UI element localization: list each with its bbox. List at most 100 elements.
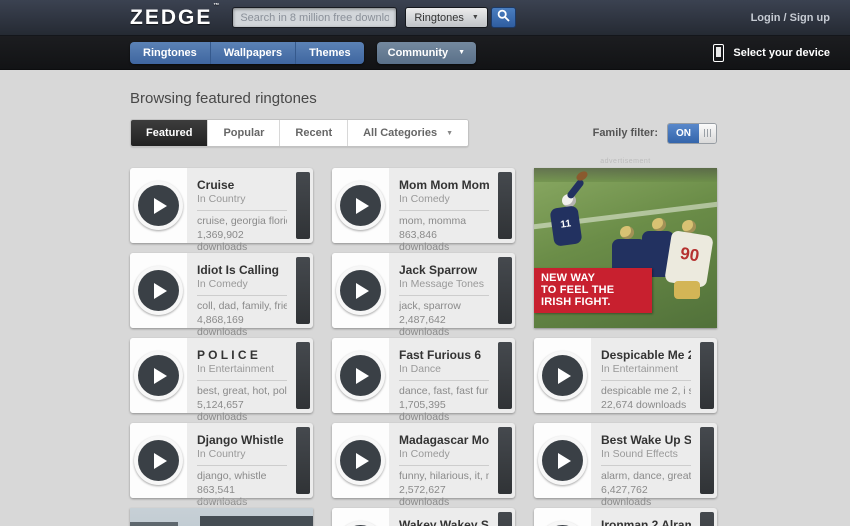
ringtone-downloads: 6,427,762 downloads: [601, 484, 652, 508]
play-area: [130, 338, 187, 413]
card-edge: [296, 257, 310, 324]
search-button[interactable]: [490, 7, 516, 28]
play-button[interactable]: [336, 436, 385, 485]
ringtone-category: In Message Tones: [399, 278, 485, 290]
chevron-down-icon: ▼: [471, 14, 479, 21]
play-button[interactable]: [134, 181, 183, 230]
family-filter: Family filter: ON: [593, 122, 717, 144]
chevron-down-icon: ▼: [446, 129, 454, 137]
tab-group: Featured Popular Recent All Categories ▼: [130, 119, 470, 147]
ringtone-downloads: 22,674 downloads: [601, 399, 687, 411]
search-input[interactable]: [232, 7, 398, 28]
play-button[interactable]: [336, 266, 385, 315]
ad-text-banner: NEW WAY TO FEEL THE IRISH FIGHT.: [534, 268, 652, 314]
zedge-logo[interactable]: ZEDGE™: [130, 2, 220, 30]
play-button[interactable]: [134, 266, 183, 315]
ringtone-category: In Entertainment: [197, 363, 275, 375]
play-icon: [356, 282, 369, 299]
ringtone-downloads: 2,572,627 downloads: [399, 484, 450, 508]
ringtone-card: Mom Mom Mom Mom In Comedy mom, momma 863…: [332, 168, 515, 253]
card-edge: [296, 342, 310, 409]
play-area: [332, 508, 389, 526]
category-dropdown[interactable]: All Categories ▼: [348, 120, 469, 146]
ringtone-title[interactable]: Jack Sparrow: [399, 263, 489, 277]
ringtone-title[interactable]: Django Whistle: [197, 433, 287, 447]
play-area: [534, 423, 591, 498]
ringtone-tags: alarm, dance, great, tone: [601, 470, 691, 482]
play-icon: [154, 282, 167, 299]
ringtone-title[interactable]: Best Wake Up Sound: [601, 433, 691, 447]
ringtone-card: Best Wake Up Sound In Sound Effects alar…: [534, 423, 717, 508]
play-button[interactable]: [538, 521, 587, 526]
nav-community-dropdown[interactable]: Community ▼: [376, 41, 477, 64]
ringtone-title[interactable]: Ironman 2 Alram: [601, 518, 691, 526]
ringtone-title[interactable]: Idiot Is Calling: [197, 263, 287, 277]
ringtone-title[interactable]: Madagascar Move It: [399, 433, 489, 447]
nav-ringtones[interactable]: Ringtones: [130, 41, 211, 64]
card-edge: [700, 512, 714, 526]
play-button[interactable]: [538, 436, 587, 485]
ringtone-tags: coll, dad, family, friend, fun, id...: [197, 300, 287, 312]
toggle-on-state: ON: [668, 123, 699, 143]
ringtone-category: In Comedy: [399, 193, 450, 205]
login-signup-link[interactable]: Login / Sign up: [751, 12, 830, 24]
ringtone-title[interactable]: Despicable Me 2: [601, 348, 691, 362]
play-area: [332, 168, 389, 243]
ringtone-title[interactable]: Fast Furious 6: [399, 348, 489, 362]
divider: [197, 380, 287, 381]
ad-banner-image[interactable]: 11 90 NEW WAY TO FEEL THE IRISH FIGHT.: [534, 168, 717, 328]
select-device-button[interactable]: Select your device: [713, 43, 830, 62]
ad-photo-image[interactable]: [130, 508, 313, 526]
card-edge: [700, 342, 714, 409]
ringtone-downloads: 1,705,395 downloads: [399, 399, 450, 423]
ringtone-card: Django Whistle In Country django, whistl…: [130, 423, 313, 508]
card-edge: [296, 172, 310, 239]
ringtone-downloads: 863,846 downloads: [399, 229, 450, 253]
ringtone-tags: despicable me 2, i swear, mi...: [601, 385, 691, 397]
play-button[interactable]: [134, 351, 183, 400]
family-filter-toggle[interactable]: ON: [667, 122, 717, 144]
divider: [399, 380, 489, 381]
play-area: [130, 168, 187, 243]
ringtone-title[interactable]: Mom Mom Mom Mom: [399, 178, 489, 192]
tab-recent[interactable]: Recent: [280, 120, 349, 146]
ringtone-title[interactable]: Wakey Wakey Sound: [399, 518, 489, 526]
divider: [601, 465, 691, 466]
ringtone-category: In Country: [197, 193, 246, 205]
advertisement-label: advertisement: [600, 158, 651, 165]
trademark-symbol: ™: [213, 2, 220, 9]
play-button[interactable]: [336, 181, 385, 230]
play-icon: [356, 452, 369, 469]
card-edge: [296, 427, 310, 494]
ringtone-card: Idiot Is Calling In Comedy coll, dad, fa…: [130, 253, 313, 338]
ringtone-tags: best, great, hot, police: [197, 385, 287, 397]
nav-themes[interactable]: Themes: [296, 41, 364, 64]
ringtone-title[interactable]: P O L I C E: [197, 348, 287, 362]
advertisement-label: advertisement: [196, 498, 247, 505]
play-button[interactable]: [336, 521, 385, 526]
play-button[interactable]: [336, 351, 385, 400]
play-icon: [356, 197, 369, 214]
ringtone-card: Fast Furious 6 In Dance dance, fast, fas…: [332, 338, 515, 423]
ringtone-card: Despicable Me 2 In Entertainment despica…: [534, 338, 717, 413]
ringtone-card: Ironman 2 Alram: [534, 508, 717, 526]
category-dropdown-value: All Categories: [363, 127, 438, 139]
search-scope-value: Ringtones: [414, 11, 464, 24]
ringtone-downloads: 5,124,657 downloads: [197, 399, 248, 423]
nav-wallpapers[interactable]: Wallpapers: [210, 41, 297, 64]
ringtone-downloads: 1,369,902 downloads: [197, 229, 248, 253]
tab-popular[interactable]: Popular: [208, 120, 281, 146]
tab-featured[interactable]: Featured: [131, 120, 209, 146]
ringtone-tags: cruise, georgia florida line: [197, 215, 287, 227]
play-icon: [154, 367, 167, 384]
play-area: [534, 338, 591, 413]
card-edge: [498, 342, 512, 409]
play-button[interactable]: [538, 351, 587, 400]
divider: [197, 295, 287, 296]
phone-icon: [713, 43, 725, 62]
search-scope-dropdown[interactable]: Ringtones ▼: [405, 7, 488, 28]
ringtone-card: Jack Sparrow In Message Tones jack, spar…: [332, 253, 515, 338]
community-label: Community: [387, 46, 449, 59]
play-button[interactable]: [134, 436, 183, 485]
ringtone-title[interactable]: Cruise: [197, 178, 287, 192]
